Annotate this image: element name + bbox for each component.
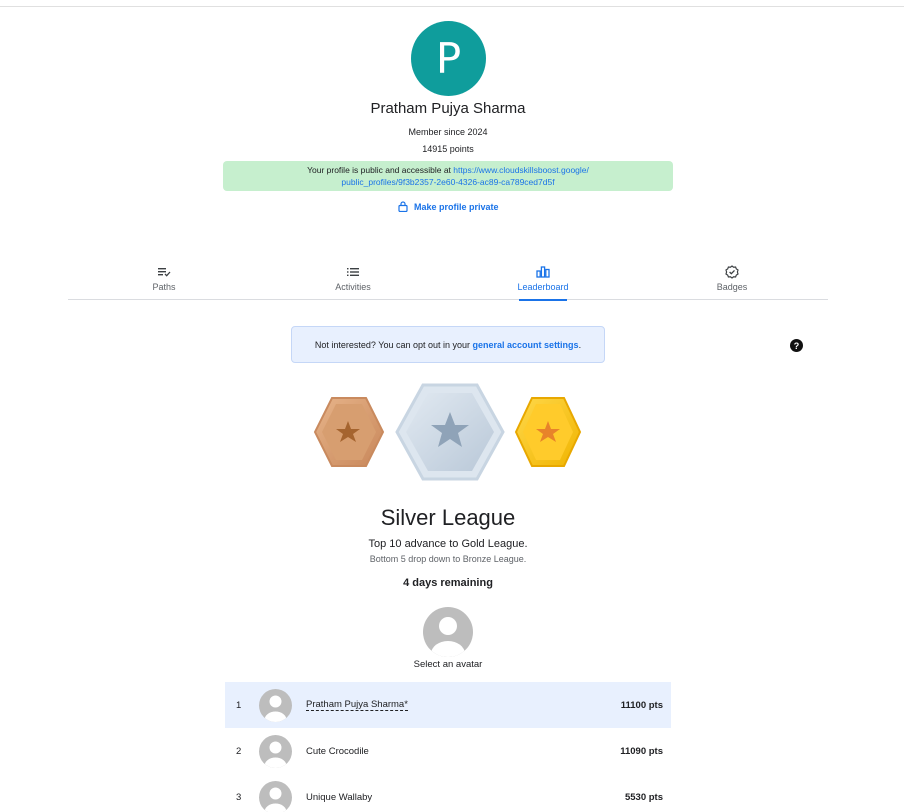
paths-icon [158,268,171,277]
badge-check-icon [725,265,739,279]
row-rank: 2 [236,745,242,757]
row-name: Unique Wallaby [306,791,373,803]
opt-out-text: Not interested? You can opt out in your [314,339,473,350]
make-private-label: Make profile private [414,201,499,212]
avatar [259,780,292,812]
tab-badges[interactable]: Badges [672,262,792,300]
list-icon [347,268,359,276]
profile-points: 14915 points [422,144,474,154]
default-avatar-icon [431,617,465,657]
leaderboard-row: 2 Cute Crocodile 11090 pts [225,728,671,774]
opt-out-notice: Not interested? You can opt out in your … [291,326,605,363]
row-name: Cute Crocodile [306,745,369,757]
days-remaining: 4 days remaining [403,577,493,589]
make-private-button[interactable]: Make profile private [398,201,499,212]
default-avatar-icon [264,695,287,722]
league-title: Silver League [380,505,516,530]
public-profile-text: Your profile is public and accessible at [307,165,454,175]
avatar [259,688,292,722]
league-drop-text: Bottom 5 drop down to Bronze League. [369,554,527,564]
select-avatar-button[interactable] [423,607,473,657]
account-settings-link[interactable]: general account settings [473,340,579,350]
profile-tabs: Paths Activities Leaderboard Badges [68,262,828,301]
bar-chart-icon [536,266,550,278]
top-divider [0,6,904,7]
leaderboard-row: 1 Pratham Pujya Sharma* 11100 pts [225,682,671,728]
default-avatar-icon [264,741,287,768]
tab-label: Badges [716,282,748,292]
row-points: 11100 pts [620,699,663,711]
public-profile-notice: Your profile is public and accessible at… [223,161,673,191]
help-icon[interactable]: ? [790,339,803,352]
leaderboard-list: 1 Pratham Pujya Sharma* 11100 pts 2 Cute… [225,682,671,812]
tab-leaderboard[interactable]: Leaderboard [483,262,603,301]
tab-label: Paths [152,282,176,292]
row-rank: 3 [236,791,242,803]
bronze-league-badge [313,397,385,467]
tab-activities[interactable]: Activities [293,262,413,300]
profile-avatar: P [411,21,486,96]
tab-label: Leaderboard [517,282,569,292]
row-rank: 1 [236,699,242,711]
row-points: 11090 pts [620,745,663,757]
league-advance-text: Top 10 advance to Gold League. [368,538,528,550]
league-badges [313,383,582,481]
silver-league-badge [395,383,505,481]
leaderboard-row: 3 Unique Wallaby 5530 pts [225,774,671,812]
row-name[interactable]: Pratham Pujya Sharma* [306,699,408,711]
avatar [259,734,292,768]
tab-label: Activities [335,282,371,292]
opt-out-suffix: . [578,339,582,350]
default-avatar-icon [264,787,287,812]
tab-paths[interactable]: Paths [104,262,224,300]
select-avatar-label: Select an avatar [413,659,483,670]
lock-icon [398,201,408,212]
gold-league-badge [514,397,582,467]
member-since: Member since 2024 [408,127,488,137]
profile-name: Pratham Pujya Sharma [370,100,526,117]
row-points: 5530 pts [624,791,663,803]
